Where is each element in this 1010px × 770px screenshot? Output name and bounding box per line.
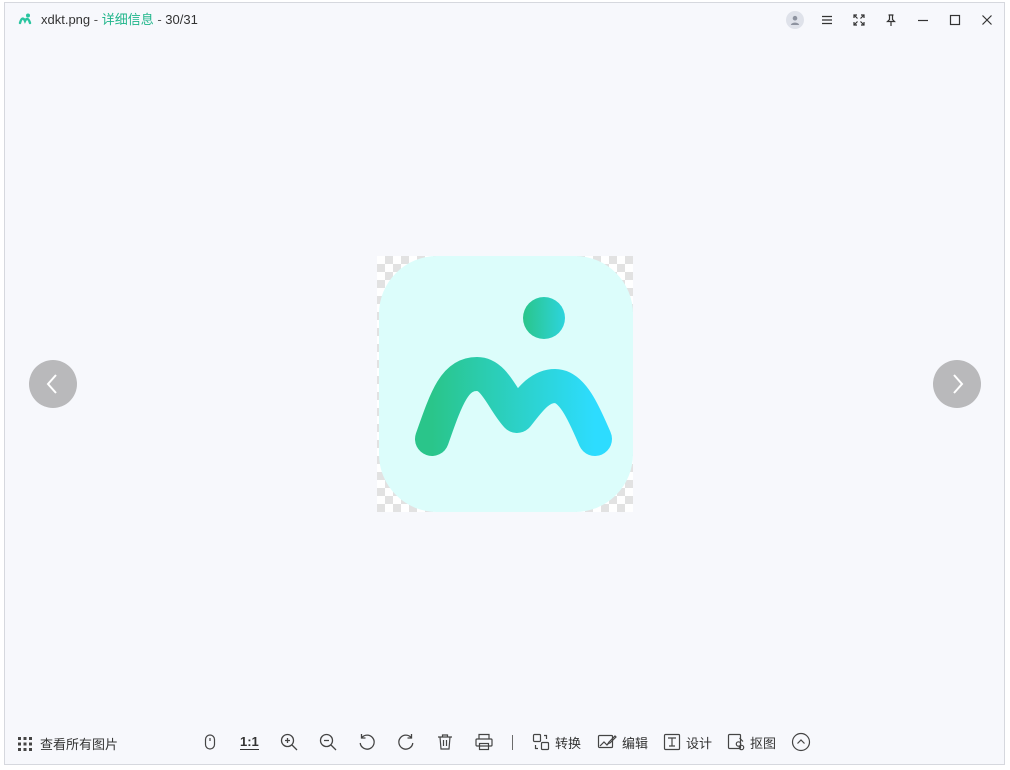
image-position: 30/31 [165, 12, 198, 27]
mouse-mode-button[interactable] [201, 730, 219, 754]
cutout-icon [727, 733, 745, 751]
edit-label: 编辑 [622, 735, 649, 751]
next-image-button[interactable] [933, 360, 981, 408]
edit-button[interactable]: 编辑 [597, 730, 648, 754]
convert-button[interactable]: 转换 [532, 730, 581, 754]
grid-icon [18, 736, 32, 751]
edit-icon [597, 734, 617, 749]
fullscreen-icon [853, 14, 865, 26]
chevron-right-icon [953, 374, 964, 394]
user-button[interactable] [784, 9, 806, 31]
zoom-in-button[interactable] [279, 730, 299, 754]
zoom-in-icon [280, 733, 298, 751]
expand-up-icon [791, 732, 811, 752]
view-all-pictures-button[interactable]: 查看所有图片 [17, 734, 118, 753]
filename: xdkt.png [41, 12, 91, 27]
cutout-button[interactable]: 抠图 [727, 730, 776, 754]
zoom-out-icon [319, 733, 337, 751]
actual-size-label: 1:1 [240, 733, 259, 750]
maximize-button[interactable] [944, 9, 966, 31]
convert-label: 转换 [555, 735, 582, 751]
close-icon [982, 15, 992, 25]
design-label: 设计 [686, 735, 713, 751]
view-all-pictures-label: 查看所有图片 [40, 737, 119, 752]
fullscreen-button[interactable] [848, 9, 870, 31]
delete-button[interactable] [436, 730, 454, 754]
title-separator: - [90, 12, 102, 27]
image-display [377, 256, 633, 512]
design-icon [663, 733, 681, 751]
print-icon [475, 733, 493, 751]
expand-toolbar-button[interactable] [791, 730, 811, 754]
print-button[interactable] [474, 730, 494, 754]
rotate-right-button[interactable] [396, 730, 416, 754]
rotate-left-button[interactable] [357, 730, 377, 754]
rotate-left-icon [359, 734, 375, 750]
zoom-out-button[interactable] [318, 730, 338, 754]
window-controls [774, 9, 998, 31]
pin-icon [886, 14, 896, 26]
minimize-icon [918, 19, 928, 22]
title-bar: xdkt.png - 详细信息 - 30/31 [5, 3, 1004, 35]
delete-icon [438, 734, 452, 750]
previous-image-button[interactable] [29, 360, 77, 408]
toolbar-divider [512, 735, 513, 750]
app-logo-image [379, 256, 633, 512]
menu-button[interactable] [816, 9, 838, 31]
pin-button[interactable] [880, 9, 902, 31]
maximize-icon [949, 14, 961, 26]
rotate-right-icon [398, 734, 414, 750]
actual-size-button[interactable]: 1:1 [240, 730, 259, 754]
viewer-window: xdkt.png - 详细信息 - 30/31 查看所有图片 1:1 转换 编辑… [4, 2, 1005, 765]
minimize-button[interactable] [912, 9, 934, 31]
menu-icon [822, 15, 832, 25]
design-button[interactable]: 设计 [663, 730, 712, 754]
mouse-icon [204, 734, 216, 750]
window-title: xdkt.png - 详细信息 - 30/31 [41, 12, 198, 28]
user-icon [786, 11, 804, 29]
close-button[interactable] [976, 9, 998, 31]
bottom-toolbar: 查看所有图片 1:1 转换 编辑 设计 抠图 [5, 716, 1004, 764]
details-link[interactable]: 详细信息 [102, 12, 154, 27]
convert-icon [532, 733, 550, 751]
cutout-label: 抠图 [750, 735, 777, 751]
app-logo-icon [18, 13, 32, 25]
image-stage [5, 35, 1004, 716]
title-separator-2: - [153, 12, 166, 27]
chevron-left-icon [46, 374, 57, 394]
